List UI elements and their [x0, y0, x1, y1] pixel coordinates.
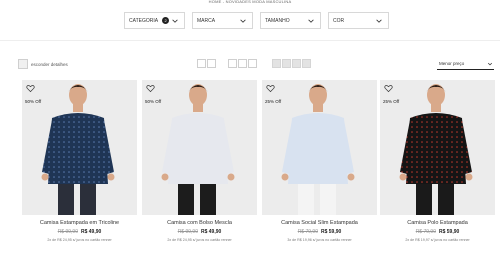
product-card[interactable]: 50% Off Camisa Estampada em Tricoline R$…: [22, 80, 137, 258]
chevron-down-icon: [487, 62, 493, 66]
filter-label: COR: [333, 17, 345, 24]
product-card[interactable]: 25% Off Camisa Social Slim Estampada R$ …: [262, 80, 377, 258]
sort-label: Menor preço: [439, 61, 465, 66]
sort-select[interactable]: Menor preço: [437, 58, 494, 70]
product-name[interactable]: Camisa com Bolso Mescla: [142, 220, 257, 226]
old-price: R$ 99,90: [57, 229, 78, 235]
filter-bar: CATEGORIA 2 MARCA TAMANHO COR: [0, 12, 500, 30]
heart-icon[interactable]: [266, 84, 275, 93]
divider: [0, 40, 500, 41]
product-card[interactable]: 25% Off Camisa Polo Estampada R$ 79,90 R$…: [380, 80, 495, 258]
details-label: esconder detalhes: [31, 61, 68, 67]
filter-tamanho[interactable]: TAMANHO: [260, 12, 321, 29]
product-prices: R$ 99,90 R$ 49,90: [22, 229, 137, 235]
product-grid: 50% Off Camisa Estampada em Tricoline R$…: [22, 80, 500, 258]
product-image[interactable]: 50% Off: [22, 80, 137, 215]
product-image[interactable]: 25% Off: [380, 80, 495, 215]
filter-label: CATEGORIA: [129, 17, 159, 24]
heart-icon[interactable]: [384, 84, 393, 93]
product-name[interactable]: Camisa Estampada em Tricoline: [22, 220, 137, 226]
installments-text: 2x de R$ 24,95 s/ juros no cartão renner: [47, 238, 112, 242]
current-price: R$ 49,90: [81, 229, 102, 235]
discount-label: 25% Off: [265, 99, 282, 104]
grid-3-columns-button[interactable]: [228, 59, 257, 68]
details-toggle[interactable]: esconder detalhes: [18, 59, 68, 69]
filter-label: TAMANHO: [265, 17, 290, 24]
filter-marca[interactable]: MARCA: [192, 12, 253, 29]
product-image[interactable]: 25% Off: [262, 80, 377, 215]
current-price: R$ 59,90: [439, 229, 460, 235]
filter-label: MARCA: [197, 17, 216, 24]
current-price: R$ 49,90: [201, 229, 222, 235]
installments-text: 2x de R$ 19,97 s/ juros no cartão renner: [405, 238, 470, 242]
filter-cor[interactable]: COR: [328, 12, 389, 29]
installments-text: 2x de R$ 24,95 s/ juros no cartão renner: [167, 238, 232, 242]
heart-icon[interactable]: [26, 84, 35, 93]
old-price: R$ 79,90: [415, 229, 436, 235]
product-card[interactable]: 50% Off Camisa com Bolso Mescla R$ 99,90…: [142, 80, 257, 258]
heart-icon[interactable]: [146, 84, 155, 93]
breadcrumb: HOME - NOVIDADES MODA MASCULINA: [208, 0, 292, 4]
old-price: R$ 79,90: [297, 229, 318, 235]
filter-count-badge: 2: [162, 17, 170, 24]
product-name[interactable]: Camisa Polo Estampada: [380, 220, 495, 226]
chevron-down-icon: [240, 19, 246, 23]
installments-text: 3x de R$ 19,96 s/ juros no cartão renner: [287, 238, 352, 242]
grid-4-columns-button[interactable]: [272, 59, 311, 68]
old-price: R$ 99,90: [177, 229, 198, 235]
grid-2-columns-button[interactable]: [197, 59, 216, 68]
listing-toolbar: esconder detalhes Menor preço: [0, 57, 500, 71]
chevron-down-icon: [172, 19, 178, 23]
current-price: R$ 59,90: [321, 229, 342, 235]
product-image[interactable]: 50% Off: [142, 80, 257, 215]
details-checkbox[interactable]: [18, 59, 28, 69]
product-prices: R$ 79,90 R$ 59,90: [380, 229, 495, 235]
discount-label: 50% Off: [145, 99, 162, 104]
discount-label: 50% Off: [25, 99, 42, 104]
discount-label: 25% Off: [383, 99, 400, 104]
product-prices: R$ 99,90 R$ 49,90: [142, 229, 257, 235]
product-prices: R$ 79,90 R$ 59,90: [262, 229, 377, 235]
chevron-down-icon: [376, 19, 382, 23]
filter-categoria[interactable]: CATEGORIA 2: [124, 12, 185, 29]
chevron-down-icon: [308, 19, 314, 23]
product-name[interactable]: Camisa Social Slim Estampada: [262, 220, 377, 226]
